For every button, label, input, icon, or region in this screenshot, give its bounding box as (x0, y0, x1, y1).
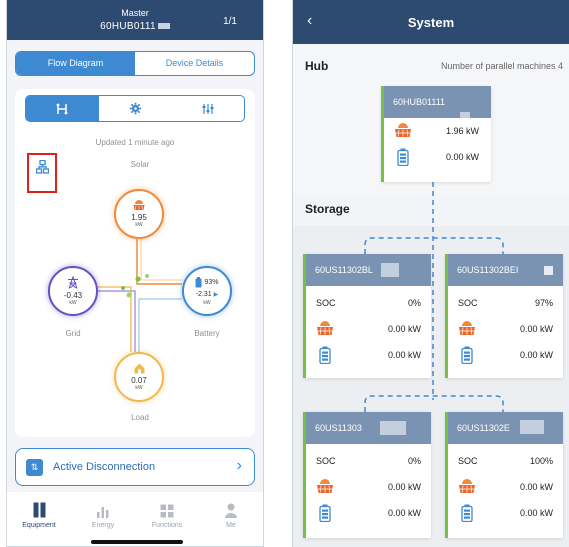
storage-name: 60US11302E (457, 423, 510, 433)
active-disconnection-button[interactable]: ⇅ Active Disconnection › (15, 448, 255, 486)
battery-power-unit: kW (203, 299, 211, 306)
bottom-tab-bar: Equipment Energy Functions Me (7, 492, 263, 546)
tab-energy-label: Energy (91, 522, 115, 529)
battery-icon (319, 504, 331, 522)
soc-value: 0% (407, 456, 421, 466)
redacted-mark (520, 420, 544, 434)
soc-label: SOC (316, 298, 336, 308)
solar-panel-icon (459, 321, 475, 335)
tab-me[interactable]: Me (199, 492, 263, 546)
tab-equipment[interactable]: Equipment (7, 492, 71, 546)
flow-card: Updated 1 minute ago Solar 1.95 kW -0.43… (15, 89, 255, 437)
redacted-mark (544, 266, 553, 275)
device-id: 60HUB0111 (100, 21, 156, 32)
hub-solar-power: 1.96 kW (445, 126, 479, 136)
chevron-right-icon: › (236, 457, 242, 474)
system-screen: ‹ System Hub Number of parallel machines… (292, 0, 569, 547)
tab-functions[interactable]: Functions (135, 492, 199, 546)
soc-label: SOC (316, 456, 336, 466)
solar-power-unit: kW (135, 222, 143, 228)
battery-icon (195, 276, 202, 287)
load-label: Load (131, 413, 149, 422)
solar-panel-icon (317, 479, 333, 493)
storage-card[interactable]: 60US11302E SOC 100% 0.00 kW 0.00 kW (445, 412, 563, 538)
hub-card[interactable]: 60HUB01111 1.96 kW 0.00 kW (381, 86, 491, 182)
grid-icon (160, 504, 174, 518)
redacted-mark (381, 263, 399, 277)
battery-icon (319, 346, 331, 364)
view-toggle: Flow Diagram Device Details (15, 51, 255, 76)
storage-name: 60US11302BL (315, 265, 373, 275)
solar-label: Solar (130, 160, 150, 169)
tab-equipment-label: Equipment (22, 522, 56, 529)
load-node[interactable]: 0.07 kW (114, 352, 164, 402)
storage-card[interactable]: 60US11302BL SOC 0% 0.00 kW 0.00 kW (303, 254, 431, 378)
storage-card[interactable]: 60US11302BEI SOC 97% 0.00 kW 0.00 kW (445, 254, 563, 378)
load-power-unit: kW (135, 385, 143, 391)
battery-power-value: 0.00 kW (387, 350, 421, 360)
battery-node[interactable]: 93% -2.31 ▶ kW (182, 266, 232, 316)
battery-power-value: 0.00 kW (519, 508, 553, 518)
battery-icon (461, 346, 473, 364)
redacted-mark (380, 421, 406, 435)
bar-chart-icon (97, 507, 109, 518)
solar-panel-icon (133, 200, 145, 210)
battery-icon (397, 148, 409, 166)
disconnect-icon: ⇅ (26, 459, 43, 476)
solar-power-value: 0.00 kW (519, 482, 553, 492)
battery-icon (461, 504, 473, 522)
grid-power-value: -0.43 (63, 291, 83, 300)
equipment-icon (33, 502, 45, 518)
page-indicator: 1/1 (223, 16, 237, 27)
person-icon (225, 503, 237, 518)
solar-power-value: 1.95 (131, 213, 147, 222)
flow-diagram-screen: Master 60HUB0111 1/1 Flow Diagram Device… (6, 0, 264, 547)
grid-node[interactable]: -0.43 kW (48, 266, 98, 316)
battery-power-value: 0.00 kW (519, 350, 553, 360)
battery-percent: 93% (204, 278, 219, 286)
solar-power-value: 0.00 kW (519, 324, 553, 334)
battery-power-value: -2.31 (195, 290, 212, 298)
soc-value: 0% (407, 298, 421, 308)
hub-battery-power: 0.00 kW (445, 152, 479, 162)
solar-node[interactable]: 1.95 kW (114, 189, 164, 239)
grid-power-unit: kW (69, 300, 77, 306)
charge-arrow-icon: ▶ (213, 291, 219, 298)
soc-label: SOC (458, 456, 478, 466)
soc-label: SOC (458, 298, 478, 308)
load-power-value: 0.07 (131, 376, 147, 385)
solar-power-value: 0.00 kW (387, 324, 421, 334)
solar-panel-icon (459, 479, 475, 493)
home-icon (134, 363, 144, 374)
tab-functions-label: Functions (151, 522, 183, 529)
storage-card[interactable]: 60US11303 SOC 0% 0.00 kW 0.00 kW (303, 412, 431, 538)
soc-value: 97% (534, 298, 553, 308)
top-header: Master 60HUB0111 1/1 (7, 0, 263, 40)
solar-panel-icon (317, 321, 333, 335)
battery-label: Battery (194, 329, 220, 338)
storage-name: 60US11303 (315, 423, 362, 433)
tab-flow-diagram[interactable]: Flow Diagram (16, 52, 135, 75)
solar-power-value: 0.00 kW (387, 482, 421, 492)
grid-label: Grid (65, 329, 81, 338)
storage-name: 60US11302BEI (457, 265, 519, 275)
active-disconnection-label: Active Disconnection (53, 461, 156, 473)
hub-name: 60HUB01111 (393, 97, 446, 107)
tab-energy[interactable]: Energy (71, 492, 135, 546)
battery-power-value: 0.00 kW (387, 508, 421, 518)
power-tower-icon (68, 276, 78, 289)
solar-panel-icon (395, 123, 411, 137)
tab-me-label: Me (226, 522, 236, 529)
soc-value: 100% (529, 456, 553, 466)
redacted-mark (157, 23, 170, 30)
home-indicator (91, 540, 183, 544)
tab-device-details[interactable]: Device Details (135, 52, 254, 75)
